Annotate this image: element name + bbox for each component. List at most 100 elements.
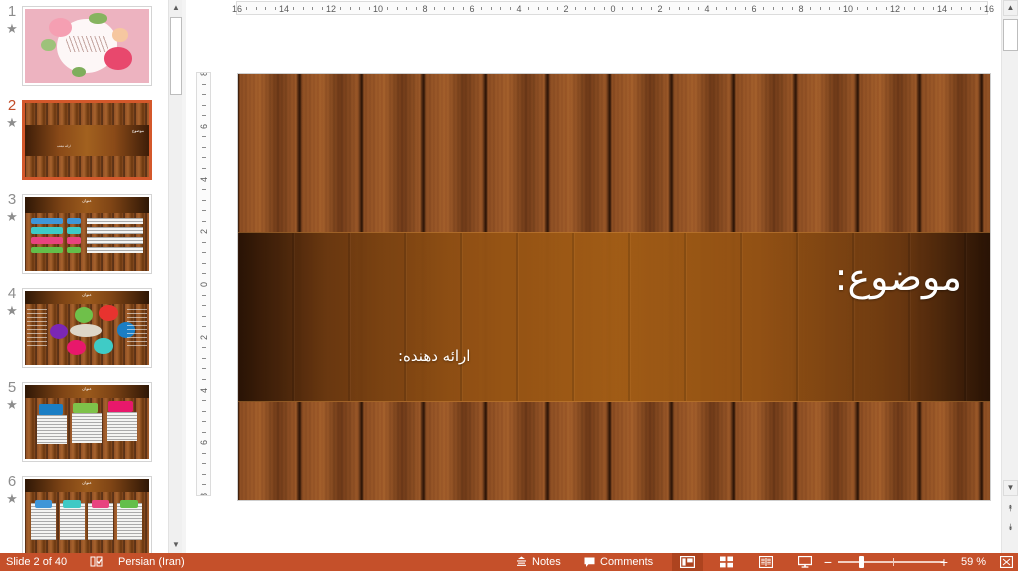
ruler-tick-label: 0 [608, 4, 618, 14]
thumbnail-slide-3[interactable]: 3 ★ عنوان [0, 188, 168, 282]
vertical-ruler[interactable]: 864202468 [196, 72, 211, 496]
animation-star-icon: ★ [4, 22, 20, 35]
ruler-minor-tick [792, 7, 793, 10]
ruler-minor-tick [604, 7, 605, 10]
ruler-minor-tick [839, 7, 840, 10]
ruler-minor-tick [773, 7, 774, 10]
previous-slide-button[interactable]: ⯭ [1003, 500, 1018, 517]
ruler-minor-tick [246, 7, 247, 10]
ruler-tick-label: 10 [843, 4, 853, 14]
ruler-minor-tick [202, 221, 206, 222]
ruler-minor-tick [481, 7, 482, 10]
ruler-minor-tick [202, 263, 206, 264]
thumbnail-scroll-up-button[interactable]: ▲ [169, 0, 183, 16]
ruler-tick-label: 4 [200, 383, 209, 398]
notes-button[interactable]: Notes [510, 553, 567, 571]
thumbnail-frame[interactable]: عنوان [22, 382, 152, 462]
zoom-out-button[interactable]: − [820, 553, 836, 571]
thumbnail-slide-5[interactable]: 5 ★ عنوان [0, 376, 168, 470]
animation-star-icon: ★ [4, 492, 20, 505]
ruler-tick-label: 0 [200, 277, 209, 292]
ruler-minor-tick [491, 7, 492, 10]
ruler-tick-label: 4 [514, 4, 524, 14]
fit-to-window-button[interactable] [996, 553, 1016, 571]
zoom-slider-handle[interactable] [859, 556, 864, 568]
animation-star-icon: ★ [4, 398, 20, 411]
ruler-minor-tick [933, 7, 934, 10]
ruler-minor-tick [669, 7, 670, 10]
ruler-minor-tick [651, 7, 652, 10]
ruler-tick-label: 4 [702, 4, 712, 14]
ruler-minor-tick [340, 7, 341, 10]
thumbnail-slide-4[interactable]: 4 ★ عنوان [0, 282, 168, 376]
reading-view-button[interactable] [750, 553, 781, 571]
comment-icon [584, 557, 595, 568]
slide-thumbnail-pane[interactable]: 1 ★ 2 ★ [0, 0, 168, 553]
slide-show-button[interactable] [789, 553, 820, 571]
ruler-tick-label: 6 [200, 119, 209, 134]
ruler-minor-tick [202, 305, 206, 306]
proofing-icon [90, 556, 103, 568]
ruler-minor-tick [528, 7, 529, 10]
ruler-minor-tick [914, 7, 915, 10]
normal-view-button[interactable] [672, 553, 703, 571]
animation-star-icon: ★ [4, 304, 20, 317]
thumbnail-frame[interactable] [22, 6, 152, 86]
thumbnail-frame-selected[interactable]: موضوع ارائه دهنده [22, 100, 152, 180]
thumbnail-frame[interactable]: عنوان [22, 288, 152, 368]
ruler-minor-tick [202, 474, 206, 475]
ruler-minor-tick [322, 7, 323, 10]
slide-sorter-view-button[interactable] [711, 553, 742, 571]
canvas-scrollbar[interactable]: ▲ ▼ ⯭ ⯯ [1001, 0, 1018, 553]
ruler-minor-tick [961, 7, 962, 10]
zoom-level-label[interactable]: 59 % [955, 553, 992, 571]
ruler-minor-tick [202, 210, 206, 211]
status-bar: Slide 2 of 40 Persian (Iran) [0, 553, 1018, 571]
next-slide-button[interactable]: ⯯ [1003, 519, 1018, 536]
ruler-minor-tick [202, 411, 206, 412]
thumbnail-number: 3 [4, 192, 20, 208]
normal-view-icon [680, 556, 695, 568]
thumbnail-slide-6[interactable]: 6 ★ عنوان [0, 470, 168, 553]
slide-title-text[interactable]: موضوع: [835, 257, 962, 299]
slide-counter[interactable]: Slide 2 of 40 [0, 553, 73, 571]
ruler-minor-tick [716, 7, 717, 10]
double-chevron-down-icon: ⯯ [1008, 522, 1013, 533]
slide-canvas-area[interactable]: موضوع: ارائه دهنده: [186, 16, 994, 553]
thumbnail-scroll-thumb[interactable] [170, 17, 182, 95]
slide-editing-surface[interactable]: موضوع: ارائه دهنده: [238, 74, 990, 500]
thumbnail-scroll-down-button[interactable]: ▼ [169, 537, 183, 553]
ruler-minor-tick [202, 347, 206, 348]
thumbnail-preview: عنوان [25, 291, 149, 365]
animation-star-icon: ★ [4, 116, 20, 129]
thumbnail-scrollbar[interactable]: ▲ ▼ [168, 0, 182, 553]
ruler-minor-tick [463, 7, 464, 10]
ruler-minor-tick [745, 7, 746, 10]
slide-subtitle-text[interactable]: ارائه دهنده: [398, 347, 470, 365]
horizontal-ruler[interactable]: 1614121086420246810121416 [186, 0, 994, 16]
ruler-minor-tick [202, 115, 206, 116]
comments-button[interactable]: Comments [578, 553, 659, 571]
thumbnail-preview: عنوان [25, 197, 149, 271]
language-indicator[interactable]: Persian (Iran) [112, 553, 191, 571]
ruler-tick-label: 2 [200, 224, 209, 239]
ruler-tick-label: 6 [749, 4, 759, 14]
ruler-tick-label: 4 [200, 172, 209, 187]
zoom-in-button[interactable]: + [936, 553, 952, 571]
thumbnail-slide-2[interactable]: 2 ★ موضوع ارائه دهنده [0, 94, 168, 188]
ruler-minor-tick [980, 7, 981, 10]
thumbnail-number: 4 [4, 286, 20, 302]
canvas-scroll-down-button[interactable]: ▼ [1003, 480, 1018, 496]
ruler-minor-tick [312, 7, 313, 10]
zoom-slider-track[interactable] [838, 561, 944, 563]
thumbnail-slide-1[interactable]: 1 ★ [0, 0, 168, 94]
ruler-minor-tick [557, 7, 558, 10]
ruler-minor-tick [202, 295, 206, 296]
canvas-scroll-up-button[interactable]: ▲ [1003, 0, 1018, 16]
thumbnail-frame[interactable]: عنوان [22, 476, 152, 553]
canvas-scroll-thumb[interactable] [1003, 19, 1018, 51]
proofing-button[interactable] [84, 553, 109, 571]
thumbnail-number: 5 [4, 380, 20, 396]
thumbnail-frame[interactable]: عنوان [22, 194, 152, 274]
ruler-minor-tick [202, 368, 206, 369]
